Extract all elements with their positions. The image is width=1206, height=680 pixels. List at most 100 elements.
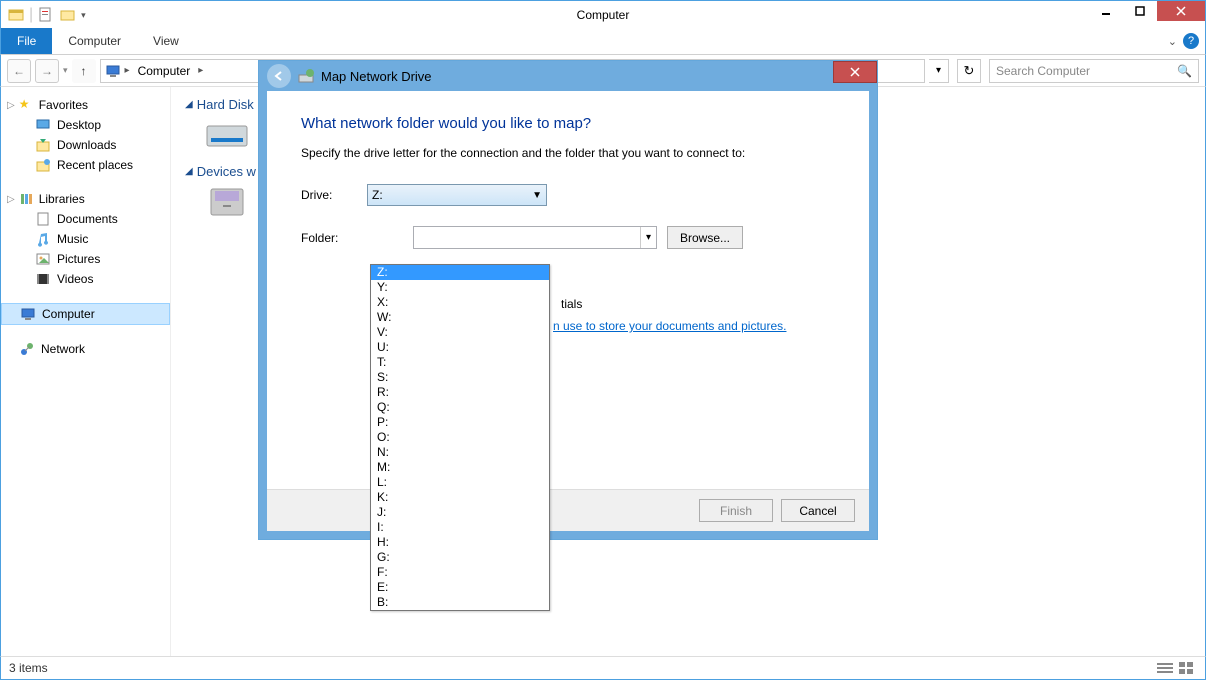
help-icon[interactable]: ? bbox=[1183, 33, 1199, 49]
drive-option[interactable]: S: bbox=[371, 370, 549, 385]
drive-option[interactable]: Z: bbox=[371, 265, 549, 280]
sidebar-item-label: Music bbox=[57, 232, 88, 246]
sidebar: ▷ ★ Favorites Desktop Downloads Recent p… bbox=[1, 87, 171, 656]
drive-dropdown-list[interactable]: Z:Y:X:W:V:U:T:S:R:Q:P:O:N:M:L:K:J:I:H:G:… bbox=[370, 264, 550, 611]
videos-icon bbox=[35, 271, 51, 287]
drive-option[interactable]: R: bbox=[371, 385, 549, 400]
drive-option[interactable]: I: bbox=[371, 520, 549, 535]
finish-button[interactable]: Finish bbox=[699, 499, 773, 522]
sidebar-item-label: Computer bbox=[42, 307, 95, 321]
file-tab[interactable]: File bbox=[1, 28, 52, 54]
chevron-right-icon: ▷ bbox=[7, 194, 15, 205]
sidebar-item-documents[interactable]: Documents bbox=[1, 209, 170, 229]
drive-label: Drive: bbox=[301, 188, 367, 202]
ribbon-expand-icon[interactable]: ⌄ bbox=[1168, 35, 1177, 48]
drive-option[interactable]: V: bbox=[371, 325, 549, 340]
desktop-icon bbox=[35, 117, 51, 133]
drive-option[interactable]: E: bbox=[371, 580, 549, 595]
search-icon: 🔍 bbox=[1177, 64, 1192, 78]
drive-option[interactable]: X: bbox=[371, 295, 549, 310]
drive-option[interactable]: U: bbox=[371, 340, 549, 355]
drive-option[interactable]: Q: bbox=[371, 400, 549, 415]
chevron-down-icon: ◢ bbox=[185, 99, 193, 110]
sidebar-item-label: Desktop bbox=[57, 118, 101, 132]
sidebar-item-desktop[interactable]: Desktop bbox=[1, 115, 170, 135]
sidebar-favorites-label: Favorites bbox=[39, 98, 88, 112]
documents-icon bbox=[35, 211, 51, 227]
library-icon bbox=[19, 191, 35, 207]
sidebar-libraries-header[interactable]: ▷ Libraries bbox=[1, 189, 170, 209]
close-button[interactable] bbox=[1157, 1, 1205, 21]
drive-option[interactable]: W: bbox=[371, 310, 549, 325]
dialog-titlebar: Map Network Drive bbox=[259, 61, 877, 91]
address-dropdown[interactable]: ▾ bbox=[929, 59, 949, 83]
drive-option[interactable]: N: bbox=[371, 445, 549, 460]
drive-option[interactable]: T: bbox=[371, 355, 549, 370]
sidebar-item-network[interactable]: Network bbox=[1, 339, 170, 359]
dialog-back-button[interactable] bbox=[267, 64, 291, 88]
drive-option[interactable]: L: bbox=[371, 475, 549, 490]
sidebar-item-videos[interactable]: Videos bbox=[1, 269, 170, 289]
computer-icon bbox=[20, 306, 36, 322]
browse-button[interactable]: Browse... bbox=[667, 226, 743, 249]
drive-option[interactable]: Y: bbox=[371, 280, 549, 295]
window-controls bbox=[1089, 1, 1205, 21]
music-icon bbox=[35, 231, 51, 247]
maximize-button[interactable] bbox=[1123, 1, 1157, 21]
chevron-down-icon: ▼ bbox=[532, 190, 542, 201]
sidebar-item-music[interactable]: Music bbox=[1, 229, 170, 249]
tiles-view-icon[interactable] bbox=[1178, 661, 1196, 675]
tab-view[interactable]: View bbox=[137, 28, 195, 54]
sidebar-item-computer[interactable]: Computer bbox=[1, 303, 170, 325]
group-label: Devices w bbox=[197, 164, 256, 179]
forward-button[interactable]: → bbox=[35, 59, 59, 83]
breadcrumb-chevron-icon[interactable]: ▸ bbox=[198, 65, 203, 76]
qat-dropdown-icon[interactable]: ▾ bbox=[81, 10, 86, 21]
back-button[interactable]: ← bbox=[7, 59, 31, 83]
drive-option[interactable]: O: bbox=[371, 430, 549, 445]
minimize-button[interactable] bbox=[1089, 1, 1123, 21]
drive-option[interactable]: K: bbox=[371, 490, 549, 505]
drive-select[interactable]: Z: ▼ bbox=[367, 184, 547, 206]
properties-icon[interactable] bbox=[37, 6, 55, 24]
details-view-icon[interactable] bbox=[1156, 661, 1174, 675]
drive-option[interactable]: P: bbox=[371, 415, 549, 430]
sidebar-item-recent[interactable]: Recent places bbox=[1, 155, 170, 175]
network-drive-icon bbox=[297, 67, 315, 85]
recent-icon bbox=[35, 157, 51, 173]
sidebar-favorites-header[interactable]: ▷ ★ Favorites bbox=[1, 95, 170, 115]
dialog-close-button[interactable] bbox=[833, 61, 877, 83]
breadcrumb-item[interactable]: Computer bbox=[134, 64, 195, 78]
drive-option[interactable]: M: bbox=[371, 460, 549, 475]
link-text[interactable]: n use to store your documents and pictur… bbox=[553, 319, 786, 333]
drive-select-value: Z: bbox=[372, 188, 383, 202]
status-bar: 3 items bbox=[0, 656, 1206, 680]
new-folder-icon[interactable] bbox=[59, 6, 77, 24]
search-input[interactable]: Search Computer 🔍 bbox=[989, 59, 1199, 83]
tab-computer[interactable]: Computer bbox=[52, 28, 137, 54]
drive-option[interactable]: H: bbox=[371, 535, 549, 550]
up-button[interactable]: ↑ bbox=[72, 59, 96, 83]
breadcrumb-chevron-icon[interactable]: ▸ bbox=[125, 65, 130, 76]
chevron-down-icon[interactable]: ▾ bbox=[640, 227, 656, 248]
cancel-button[interactable]: Cancel bbox=[781, 499, 855, 522]
drive-option[interactable]: J: bbox=[371, 505, 549, 520]
history-dropdown-icon[interactable]: ▾ bbox=[63, 65, 68, 76]
ribbon: File Computer View ⌄ ? bbox=[0, 29, 1206, 55]
status-text: 3 items bbox=[9, 661, 48, 675]
hard-drive-icon bbox=[203, 116, 251, 152]
star-icon: ★ bbox=[19, 97, 35, 113]
drive-option[interactable]: F: bbox=[371, 565, 549, 580]
refresh-button[interactable]: ↻ bbox=[957, 59, 981, 83]
sidebar-item-label: Recent places bbox=[57, 158, 133, 172]
drive-option[interactable]: G: bbox=[371, 550, 549, 565]
computer-icon bbox=[105, 63, 121, 79]
network-icon bbox=[19, 341, 35, 357]
folder-combo[interactable]: ▾ bbox=[413, 226, 657, 249]
sidebar-item-pictures[interactable]: Pictures bbox=[1, 249, 170, 269]
drive-option[interactable]: B: bbox=[371, 595, 549, 610]
sidebar-item-downloads[interactable]: Downloads bbox=[1, 135, 170, 155]
website-link-partial[interactable]: n use to store your documents and pictur… bbox=[553, 319, 835, 333]
explorer-icon bbox=[7, 6, 25, 24]
group-label: Hard Disk bbox=[197, 97, 254, 112]
